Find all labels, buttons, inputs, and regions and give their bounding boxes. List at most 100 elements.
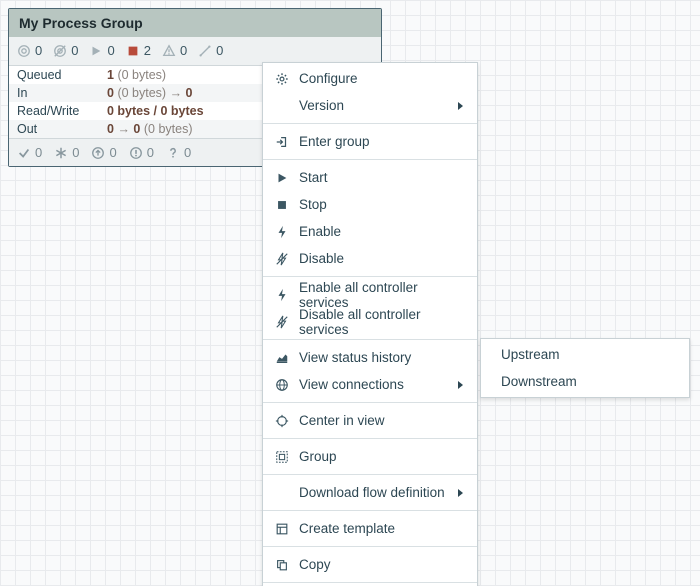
globe-icon (275, 378, 289, 392)
menu-separator (263, 474, 477, 475)
bullseye-icon (17, 44, 31, 58)
arrow-right-icon: → (170, 86, 183, 100)
menu-separator (263, 582, 477, 583)
up-to-date-count: 0 (35, 145, 42, 160)
menu-label: Start (299, 170, 463, 185)
invalid-count: 0 (180, 43, 187, 58)
menu-label: Configure (299, 71, 463, 86)
chevron-right-icon (458, 489, 463, 497)
submenu-upstream[interactable]: Upstream (481, 341, 689, 368)
menu-version[interactable]: Version (263, 92, 477, 119)
out-size: (0 bytes) (144, 122, 193, 136)
menu-start[interactable]: Start (263, 164, 477, 191)
menu-label: Upstream (501, 347, 675, 362)
locally-modified-stale-count: 0 (147, 145, 154, 160)
out-label: Out (9, 120, 99, 138)
menu-label: Enable (299, 224, 463, 239)
menu-label: Stop (299, 197, 463, 212)
running-count: 0 (107, 43, 114, 58)
menu-label: Downstream (501, 374, 675, 389)
menu-enter-group[interactable]: Enter group (263, 128, 477, 155)
process-group-title: My Process Group (9, 9, 381, 37)
menu-stop[interactable]: Stop (263, 191, 477, 218)
flash-slash-icon (275, 315, 289, 329)
menu-enable[interactable]: Enable (263, 218, 477, 245)
question-icon (166, 146, 180, 160)
chevron-right-icon (458, 102, 463, 110)
menu-disable[interactable]: Disable (263, 245, 477, 272)
menu-configure[interactable]: Configure (263, 65, 477, 92)
menu-label: Disable (299, 251, 463, 266)
menu-enable-all-cs[interactable]: Enable all controller services (263, 281, 477, 308)
menu-label: View status history (299, 350, 463, 365)
menu-separator (263, 546, 477, 547)
menu-disable-all-cs[interactable]: Disable all controller services (263, 308, 477, 335)
menu-separator (263, 339, 477, 340)
menu-group[interactable]: Group (263, 443, 477, 470)
arrow-circle-up-icon (91, 146, 105, 160)
menu-separator (263, 123, 477, 124)
area-chart-icon (275, 351, 289, 365)
menu-label: Download flow definition (299, 485, 448, 500)
in-label: In (9, 84, 99, 102)
tools-icon (198, 44, 212, 58)
menu-center-in-view[interactable]: Center in view (263, 407, 477, 434)
menu-separator (263, 510, 477, 511)
menu-separator (263, 438, 477, 439)
in-count: 0 (107, 86, 114, 100)
sync-failure-count: 0 (184, 145, 191, 160)
group-icon (275, 450, 289, 464)
menu-status-history[interactable]: View status history (263, 344, 477, 371)
stale-count: 0 (109, 145, 116, 160)
asterisk-icon (54, 146, 68, 160)
menu-label: Group (299, 449, 463, 464)
copy-icon (275, 558, 289, 572)
rw-value: 0 bytes / 0 bytes (107, 104, 204, 118)
arrow-right-icon: → (117, 122, 130, 136)
context-menu: Configure Version Enter group Start Stop… (262, 62, 478, 586)
out-count: 0 (133, 122, 140, 136)
gear-icon (275, 72, 289, 86)
menu-separator (263, 276, 477, 277)
menu-label: Enable all controller services (299, 280, 463, 310)
bullseye-slash-icon (53, 44, 67, 58)
check-icon (17, 146, 31, 160)
play-icon (89, 44, 103, 58)
queued-label: Queued (9, 66, 99, 84)
out-before: 0 (107, 122, 114, 136)
submenu-view-connections: Upstream Downstream (480, 338, 690, 398)
transmitting-count: 0 (35, 43, 42, 58)
flash-icon (275, 225, 289, 239)
crosshair-icon (275, 414, 289, 428)
play-icon (275, 171, 289, 185)
submenu-downstream[interactable]: Downstream (481, 368, 689, 395)
flash-slash-icon (275, 252, 289, 266)
menu-label: Create template (299, 521, 463, 536)
menu-label: View connections (299, 377, 448, 392)
menu-label: Center in view (299, 413, 463, 428)
in-after: 0 (186, 86, 193, 100)
warning-icon (162, 44, 176, 58)
locally-modified-count: 0 (72, 145, 79, 160)
chevron-right-icon (458, 381, 463, 389)
stop-square-icon (126, 44, 140, 58)
menu-download-flow-definition[interactable]: Download flow definition (263, 479, 477, 506)
sign-in-icon (275, 135, 289, 149)
stop-square-icon (275, 198, 289, 212)
in-size: (0 bytes) (117, 86, 166, 100)
template-icon (275, 522, 289, 536)
menu-view-connections[interactable]: View connections (263, 371, 477, 398)
menu-create-template[interactable]: Create template (263, 515, 477, 542)
menu-label: Copy (299, 557, 463, 572)
rw-label: Read/Write (9, 102, 99, 120)
menu-separator (263, 402, 477, 403)
menu-copy[interactable]: Copy (263, 551, 477, 578)
queued-count: 1 (107, 68, 114, 82)
menu-label: Enter group (299, 134, 463, 149)
exclamation-circle-icon (129, 146, 143, 160)
flash-icon (275, 288, 289, 302)
stopped-count: 2 (144, 43, 151, 58)
menu-label: Disable all controller services (299, 307, 463, 337)
not-transmitting-count: 0 (71, 43, 78, 58)
menu-separator (263, 159, 477, 160)
